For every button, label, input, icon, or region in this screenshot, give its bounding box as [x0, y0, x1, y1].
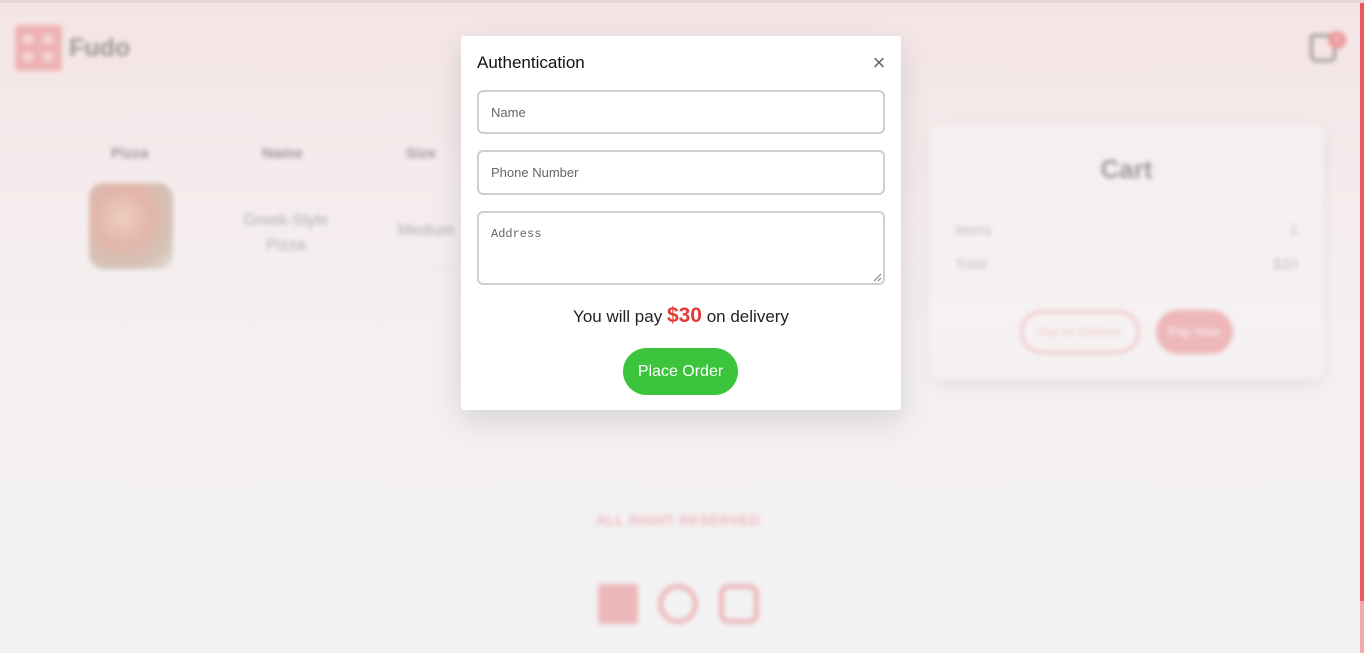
cart-summary-card: Cart Items 1 Total $30 Pay on Delivery P…: [930, 124, 1323, 379]
instagram-icon[interactable]: [719, 584, 759, 624]
pay-amount: $30: [666, 304, 702, 327]
footer-rights: ALL RIGHT RESERVED: [595, 512, 761, 528]
name-input[interactable]: [477, 90, 885, 134]
table-header-size: Size: [406, 145, 437, 162]
pizza-size-cell: Medium: [397, 222, 455, 239]
cart-total-row: Total $30: [955, 256, 1298, 273]
cart-total-label: Total: [955, 256, 987, 273]
logo-icon[interactable]: [15, 25, 62, 71]
facebook-icon[interactable]: [598, 584, 638, 624]
cart-count-badge: 1: [1328, 31, 1346, 49]
cart-title: Cart: [1100, 154, 1153, 184]
close-icon[interactable]: ×: [869, 52, 889, 74]
phone-number-input[interactable]: [477, 150, 885, 195]
logo-text[interactable]: Fudo: [69, 34, 130, 63]
cart-items-row: Items 1: [955, 222, 1298, 239]
github-icon[interactable]: [658, 584, 698, 624]
pizza-name-cell: Greek-Style Pizza: [243, 212, 329, 254]
modal-title: Authentication: [477, 53, 585, 72]
table-header-pizza: Pizza: [111, 145, 149, 162]
pay-now-button[interactable]: Pay Now: [1156, 310, 1233, 354]
place-order-button[interactable]: Place Order: [623, 348, 738, 395]
pay-suffix: on delivery: [706, 307, 789, 326]
table-header-name: Name: [262, 145, 303, 162]
pay-on-delivery-button[interactable]: Pay on Delivery: [1020, 310, 1140, 354]
scrollbar[interactable]: [1360, 3, 1364, 653]
resize-grip-icon[interactable]: [873, 273, 882, 282]
address-textarea[interactable]: [477, 211, 885, 285]
authentication-modal: Authentication × You will pay $30 on del…: [461, 36, 901, 410]
cart-items-value: 1: [1289, 222, 1298, 239]
cart-items-label: Items: [955, 222, 992, 239]
pizza-image: [89, 183, 173, 269]
pay-summary: You will pay $30 on delivery: [461, 304, 901, 328]
cart-total-value: $30: [1272, 256, 1298, 273]
pay-prefix: You will pay: [573, 307, 663, 326]
